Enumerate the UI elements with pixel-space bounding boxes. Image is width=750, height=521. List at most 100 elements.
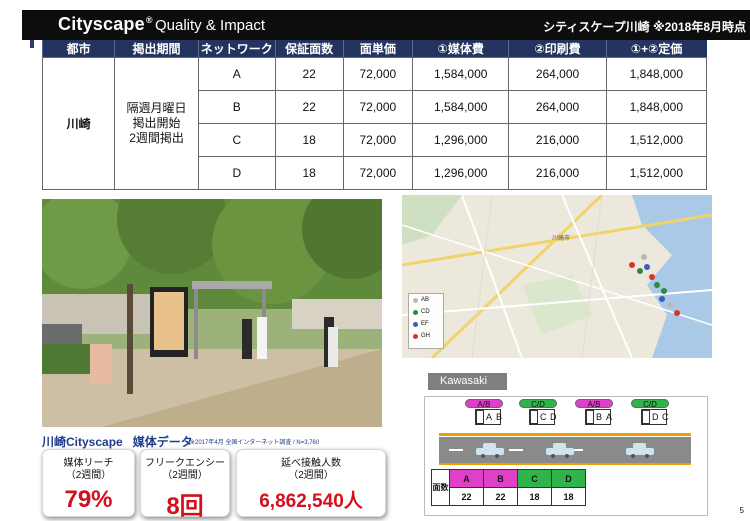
price-table: 都市 掲出期間 ネットワーク 保証面数 面単価 ①媒体費 ②印刷費 ①+②定価 …	[41, 40, 708, 190]
count-header: A	[449, 469, 484, 488]
street-photo-illustration	[42, 199, 382, 427]
legend-dot	[413, 309, 418, 315]
panel-face	[586, 410, 594, 424]
stat-card-reach: 媒体リーチ （2週間） 79%	[42, 449, 135, 517]
faces-cell: 18	[274, 156, 344, 190]
tagline: Quality & Impact	[155, 17, 266, 34]
car-icon	[626, 443, 654, 458]
header-right-text: シティスケープ川崎 ※2018年8月時点	[543, 20, 746, 34]
stat-label: 延べ接触人数 （2週間）	[237, 458, 385, 482]
col-header-faces: 保証面数	[274, 40, 344, 58]
legend-label: AB	[421, 297, 430, 303]
price-table-header: 都市 掲出期間 ネットワーク 保証面数 面単価 ①媒体費 ②印刷費 ①+②定価	[41, 40, 707, 58]
period-line: 2週間掲出	[129, 131, 184, 145]
panel-illustration: B A	[585, 409, 613, 425]
map-illustration	[402, 195, 712, 358]
page-number: 5	[739, 506, 744, 515]
map-legend: AB CD EF GH	[408, 293, 444, 349]
table-row: 22 22 18 18	[432, 487, 586, 506]
lane-dash	[509, 449, 523, 451]
survey-note: ※2017年4月 全国インターネット調査 / N=3,760	[190, 440, 320, 446]
location-map: 川崎市	[402, 195, 712, 358]
media-fee-cell: 1,296,000	[412, 156, 510, 190]
list-price-cell: 1,848,000	[605, 57, 708, 91]
stat-label-sub: （2週間）	[288, 470, 334, 481]
col-header-media-fee: ①媒体費	[412, 40, 509, 58]
panel-illustration: A B	[475, 409, 502, 425]
stat-card-total-contacts: 延べ接触人数 （2週間） 6,862,540人	[236, 449, 386, 517]
period-cell: 隔週月曜日 掲出開始 2週間掲出	[114, 57, 199, 190]
period-line: 掲出開始	[132, 116, 181, 130]
stat-value: 8回	[166, 493, 204, 520]
media-data-title: 川崎Cityscape 媒体データ	[42, 433, 193, 450]
col-header-network: ネットワーク	[197, 40, 276, 58]
stat-label: 媒体リーチ （2週間）	[43, 458, 134, 482]
panel-letter: D	[652, 412, 659, 422]
panel-letter: A	[606, 412, 613, 422]
brand-logo: Cityscape®	[58, 14, 153, 34]
count-value: 18	[517, 487, 552, 506]
media-fee-cell: 1,296,000	[412, 123, 510, 157]
legend-item: EF	[409, 318, 443, 330]
header-accent	[30, 40, 34, 48]
stat-label: フリークエンシー （2週間）	[141, 458, 229, 482]
faces-cell: 18	[274, 123, 344, 157]
panel-illustration: D C	[641, 409, 669, 425]
panel-letter: A	[486, 412, 493, 422]
col-header-list-price: ①+②定価	[605, 40, 707, 58]
panel-letter: C	[540, 412, 547, 422]
stat-label-sub: （2週間）	[162, 470, 208, 481]
unit-price-cell: 72,000	[342, 123, 414, 157]
stat-value: 6,862,540人	[259, 491, 363, 512]
road	[439, 437, 691, 463]
legend-item: GH	[409, 330, 443, 342]
list-price-cell: 1,512,000	[605, 123, 708, 157]
stat-label-text: 媒体リーチ	[63, 458, 114, 469]
face-count-table: 面数 A B C D 22 22 18 18	[431, 469, 586, 506]
car-icon	[546, 443, 574, 458]
legend-dot	[413, 297, 418, 303]
network-cell: D	[197, 156, 276, 190]
sidewalk-line	[439, 433, 691, 436]
media-fee-cell: 1,584,000	[412, 57, 510, 91]
print-fee-cell: 264,000	[508, 90, 607, 124]
map-place-label: 川崎市	[552, 236, 571, 242]
col-header-period: 掲出期間	[114, 40, 199, 58]
header-bar: Cityscape® Quality & Impact シティスケープ川崎 ※2…	[22, 10, 750, 40]
panel-illustration: C D	[529, 409, 557, 425]
network-cell: B	[197, 90, 276, 124]
network-pill: A/B	[465, 399, 503, 409]
print-fee-cell: 264,000	[508, 57, 607, 91]
col-header-unit-price: 面単価	[342, 40, 413, 58]
legend-item: AB	[409, 294, 443, 306]
panel-face	[530, 410, 538, 424]
sidewalk-line	[439, 463, 691, 465]
stat-card-frequency: フリークエンシー （2週間） 8回	[140, 449, 230, 520]
col-header-city: 都市	[41, 40, 115, 58]
media-data-label: 媒体データ	[132, 435, 193, 449]
count-value: 22	[483, 487, 518, 506]
media-data-city: 川崎Cityscape	[42, 435, 123, 449]
count-header: B	[483, 469, 518, 488]
table-row: 面数 A B C D	[431, 469, 586, 506]
city-cell: 川崎	[41, 57, 116, 190]
legend-item: CD	[409, 306, 443, 318]
media-fee-cell: 1,584,000	[412, 90, 510, 124]
unit-price-cell: 72,000	[342, 90, 414, 124]
count-value: 18	[551, 487, 586, 506]
list-price-cell: 1,512,000	[605, 156, 708, 190]
legend-label: GH	[421, 333, 430, 339]
stat-label-text: 延べ接触人数	[281, 458, 341, 469]
network-cell: A	[197, 57, 276, 91]
print-fee-cell: 216,000	[508, 156, 607, 190]
car-icon	[476, 443, 504, 458]
faces-cell: 22	[274, 90, 344, 124]
network-pill: C/D	[631, 399, 669, 409]
legend-label: CD	[421, 309, 430, 315]
count-side-label: 面数	[431, 469, 450, 506]
panel-letter: D	[550, 412, 557, 422]
print-fee-cell: 216,000	[508, 123, 607, 157]
panel-layout-diagram: A/B C/D A/B C/D A B C D B A D C 面数 A B C…	[424, 396, 708, 516]
list-price-cell: 1,848,000	[605, 90, 708, 124]
panel-face	[476, 410, 484, 424]
